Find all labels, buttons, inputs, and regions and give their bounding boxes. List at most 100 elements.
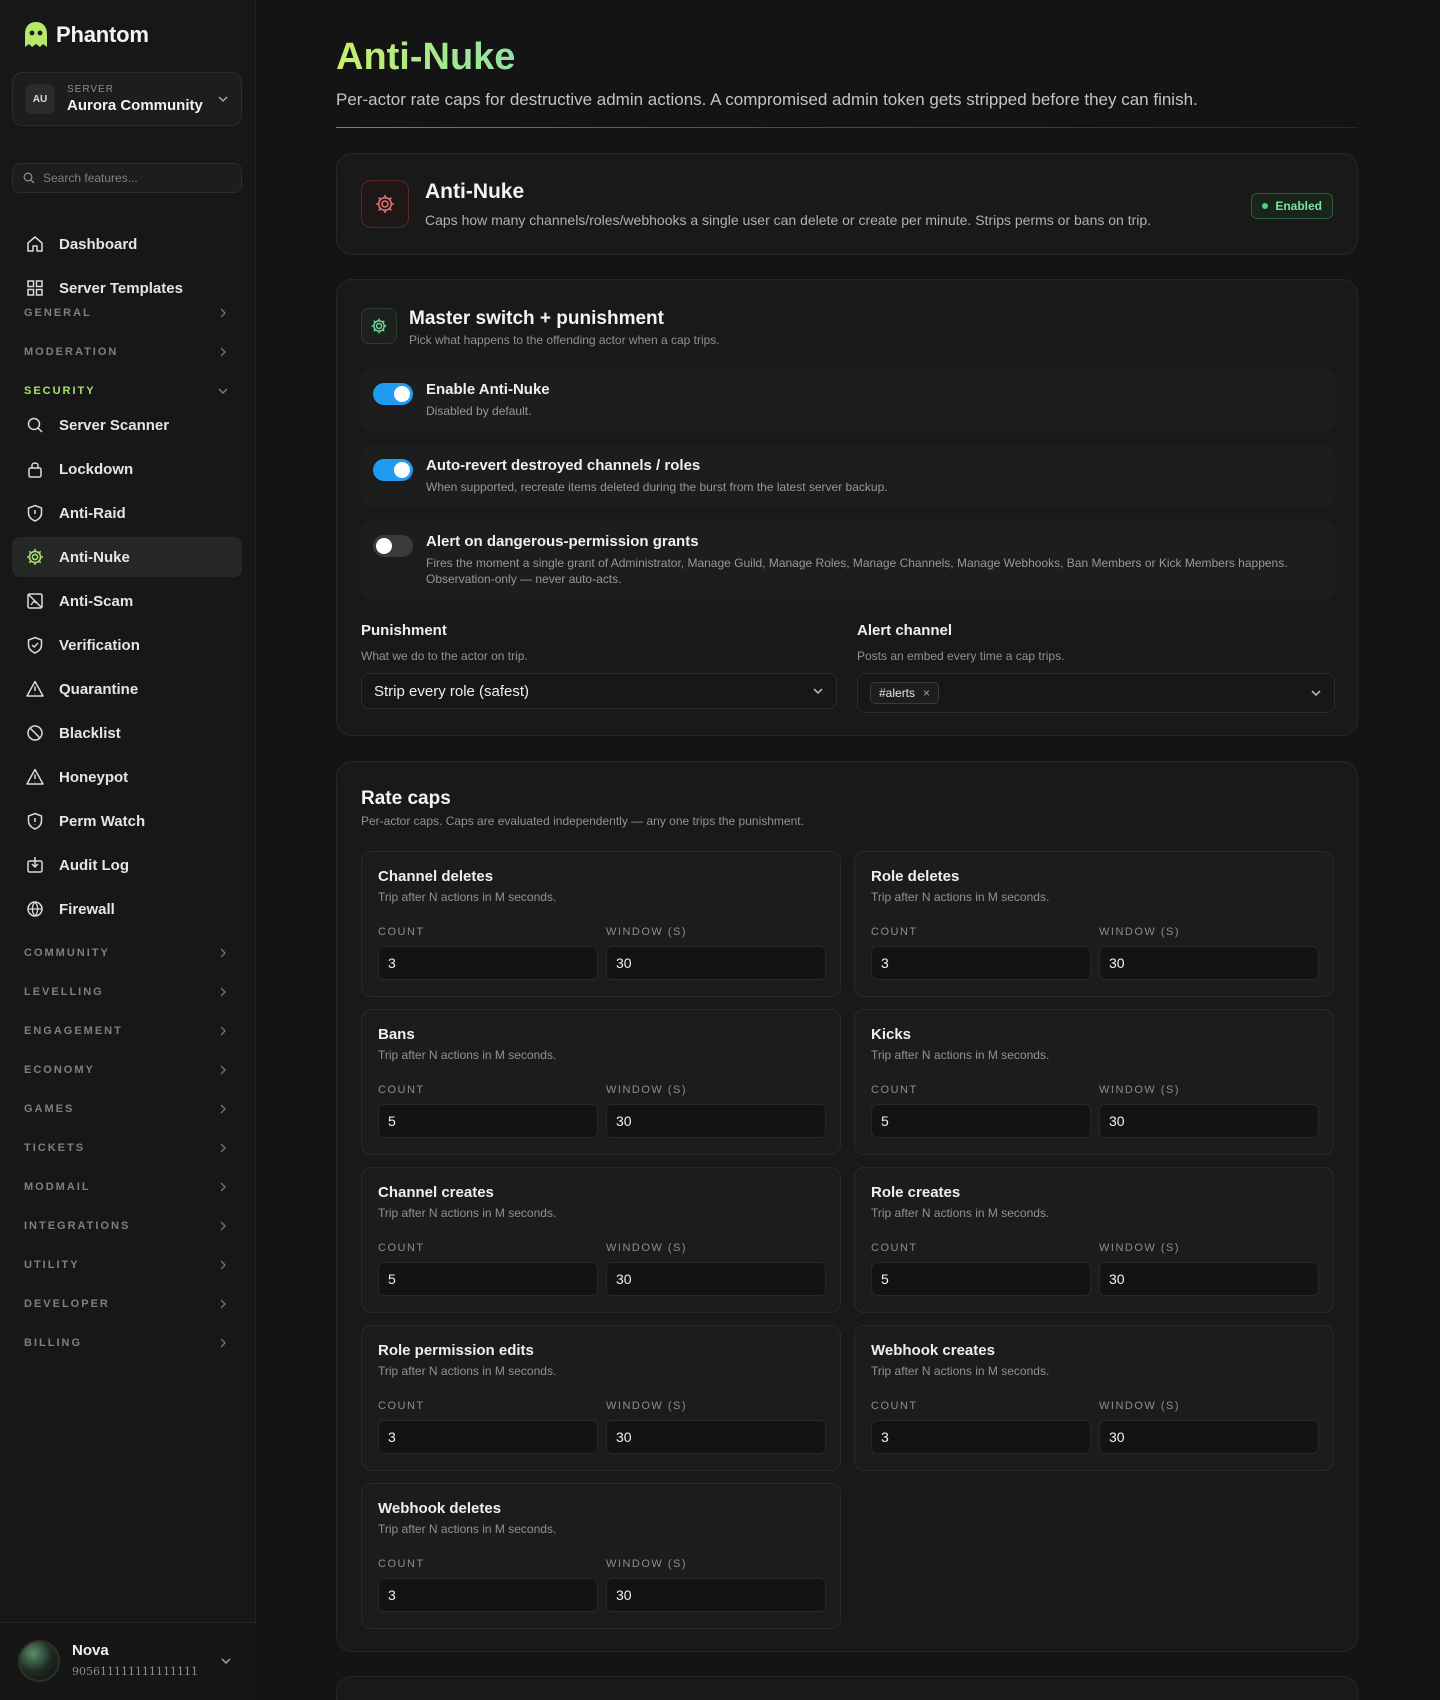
alert-channel-select[interactable]: #alerts × (857, 673, 1335, 713)
sidebar-item-server-templates[interactable]: Server Templates (12, 268, 242, 308)
cap-title: Role creates (871, 1184, 961, 1201)
sidebar-item-anti-nuke[interactable]: Anti-Nuke (12, 537, 242, 577)
count-input[interactable] (378, 946, 598, 980)
sidebar-item-perm-watch[interactable]: Perm Watch (12, 801, 242, 841)
server-label: SERVER (67, 84, 114, 95)
sidebar-item-lockdown[interactable]: Lockdown (12, 449, 242, 489)
window-label: WINDOW (S) (1099, 926, 1180, 938)
sidebar-group-tickets[interactable]: TICKETS (24, 1138, 230, 1158)
punishment-value: Strip every role (safest) (374, 682, 530, 700)
shield-icon (27, 812, 43, 830)
sidebar-item-verification[interactable]: Verification (12, 625, 242, 665)
cap-title: Bans (378, 1026, 415, 1043)
cap-title: Role deletes (871, 868, 960, 885)
sidebar-group-economy[interactable]: ECONOMY (24, 1060, 230, 1080)
chevron-down-icon[interactable] (220, 1655, 232, 1667)
group-label: GAMES (24, 1103, 75, 1115)
group-label: INTEGRATIONS (24, 1220, 131, 1232)
sidebar-group-security[interactable]: SECURITY (24, 381, 230, 401)
toggle-knob (394, 386, 410, 402)
count-label: COUNT (871, 1242, 918, 1254)
sidebar-item-honeypot[interactable]: Honeypot (12, 757, 242, 797)
group-label: DEVELOPER (24, 1298, 110, 1310)
sidebar: Phantom AU SERVER Aurora Community Dashb… (0, 0, 256, 1700)
sidebar-group-levelling[interactable]: LEVELLING (24, 982, 230, 1002)
count-input[interactable] (871, 1420, 1091, 1454)
sidebar-item-server-scanner[interactable]: Server Scanner (12, 405, 242, 445)
count-input[interactable] (378, 1578, 598, 1612)
cap-description: Trip after N actions in M seconds. (378, 1206, 557, 1220)
count-label: COUNT (378, 1084, 425, 1096)
toggle-title: Enable Anti-Nuke (426, 381, 550, 398)
count-input[interactable] (378, 1104, 598, 1138)
sidebar-item-anti-scam[interactable]: Anti-Scam (12, 581, 242, 621)
server-selector[interactable]: AU SERVER Aurora Community (12, 72, 242, 126)
search-bar[interactable] (12, 163, 242, 193)
sidebar-group-modmail[interactable]: MODMAIL (24, 1177, 230, 1197)
sidebar-group-games[interactable]: GAMES (24, 1099, 230, 1119)
permission-alert-toggle[interactable] (373, 535, 413, 557)
sidebar-group-developer[interactable]: DEVELOPER (24, 1294, 230, 1314)
window-input[interactable] (606, 1104, 826, 1138)
window-input[interactable] (1099, 946, 1319, 980)
search-input[interactable] (43, 171, 223, 185)
window-input[interactable] (1099, 1104, 1319, 1138)
chevron-right-icon (220, 1299, 226, 1309)
sidebar-item-label: Blacklist (59, 724, 121, 742)
brand[interactable]: Phantom (22, 20, 149, 50)
group-label: UTILITY (24, 1259, 80, 1271)
cap-description: Trip after N actions in M seconds. (871, 1364, 1050, 1378)
sidebar-item-anti-raid[interactable]: Anti-Raid (12, 493, 242, 533)
count-input[interactable] (871, 1104, 1091, 1138)
punishment-select[interactable]: Strip every role (safest) (361, 673, 837, 709)
avatar[interactable] (18, 1640, 60, 1682)
sidebar-group-engagement[interactable]: ENGAGEMENT (24, 1021, 230, 1041)
window-input[interactable] (606, 1420, 826, 1454)
count-input[interactable] (871, 946, 1091, 980)
cap-webhook-deletes: Webhook deletes Trip after N actions in … (361, 1483, 841, 1629)
window-input[interactable] (606, 1262, 826, 1296)
group-label: LEVELLING (24, 986, 104, 998)
sidebar-item-blacklist[interactable]: Blacklist (12, 713, 242, 753)
window-label: WINDOW (S) (606, 1558, 687, 1570)
ban-icon (27, 725, 43, 741)
main-content: Anti-Nuke Per-actor rate caps for destru… (256, 0, 1440, 1700)
count-input[interactable] (378, 1420, 598, 1454)
sidebar-group-community[interactable]: COMMUNITY (24, 943, 230, 963)
sidebar-group-general[interactable]: GENERAL (24, 303, 230, 323)
enable-anti-nuke-toggle[interactable] (373, 383, 413, 405)
sidebar-group-integrations[interactable]: INTEGRATIONS (24, 1216, 230, 1236)
chevron-right-icon (220, 1026, 226, 1036)
count-label: COUNT (378, 1242, 425, 1254)
sidebar-group-moderation[interactable]: MODERATION (24, 342, 230, 362)
window-input[interactable] (1099, 1262, 1319, 1296)
warning-icon (26, 768, 44, 785)
sidebar-item-firewall[interactable]: Firewall (12, 889, 242, 929)
shield-icon (27, 504, 43, 522)
sidebar-group-billing[interactable]: BILLING (24, 1333, 230, 1353)
cap-description: Trip after N actions in M seconds. (378, 1364, 557, 1378)
window-input[interactable] (606, 946, 826, 980)
user-bar[interactable]: Nova 905611111111111111 (0, 1622, 256, 1700)
sidebar-group-utility[interactable]: UTILITY (24, 1255, 230, 1275)
sidebar-item-audit-log[interactable]: Audit Log (12, 845, 242, 885)
window-label: WINDOW (S) (1099, 1400, 1180, 1412)
cap-bans: Bans Trip after N actions in M seconds. … (361, 1009, 841, 1155)
sidebar-item-dashboard[interactable]: Dashboard (12, 224, 242, 264)
title-divider (336, 127, 1358, 128)
count-label: COUNT (871, 1400, 918, 1412)
auto-revert-toggle[interactable] (373, 459, 413, 481)
download-box-icon (27, 857, 43, 873)
count-input[interactable] (378, 1262, 598, 1296)
window-input[interactable] (1099, 1420, 1319, 1454)
gear-icon (27, 549, 43, 565)
window-input[interactable] (606, 1578, 826, 1612)
feature-header-card: Anti-Nuke Caps how many channels/roles/w… (336, 153, 1358, 255)
count-input[interactable] (871, 1262, 1091, 1296)
sidebar-item-quarantine[interactable]: Quarantine (12, 669, 242, 709)
home-icon (27, 236, 43, 252)
cap-description: Trip after N actions in M seconds. (871, 890, 1050, 904)
sidebar-item-label: Anti-Raid (59, 504, 126, 522)
toggle-title: Alert on dangerous-permission grants (426, 533, 699, 550)
chip-remove-icon[interactable]: × (923, 686, 930, 700)
